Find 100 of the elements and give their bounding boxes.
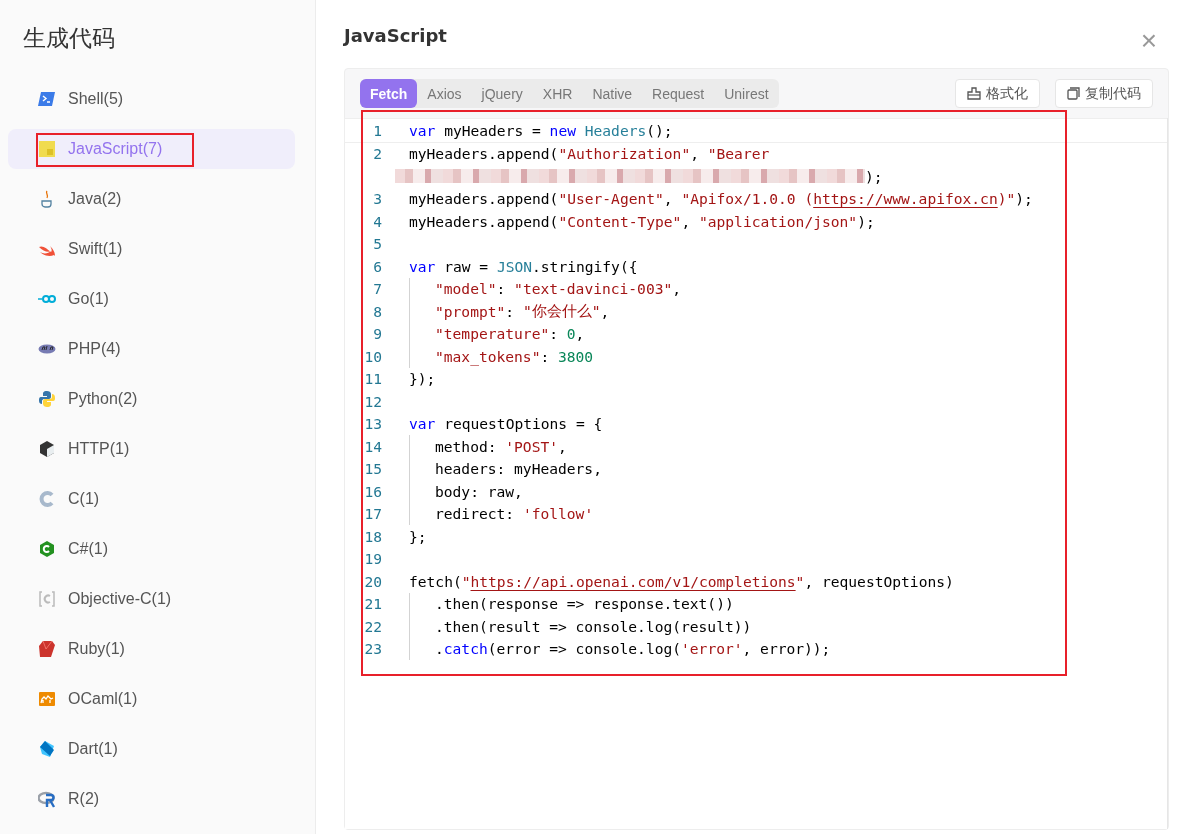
code-token: ); bbox=[857, 212, 875, 230]
code-token: }; bbox=[409, 527, 427, 545]
code-token: , bbox=[672, 280, 682, 298]
code-token: , bbox=[600, 302, 610, 320]
code-token: "你会什么" bbox=[522, 301, 601, 321]
code-token: , requestOptions) bbox=[804, 572, 954, 590]
language-item[interactable]: Python(2) bbox=[8, 379, 295, 419]
line-number: 16 bbox=[363, 482, 383, 500]
line-number: 3 bbox=[372, 190, 383, 208]
line-number: 12 bbox=[363, 392, 383, 410]
tab[interactable]: Request bbox=[642, 79, 715, 108]
line-number: 8 bbox=[372, 302, 383, 320]
js-icon bbox=[38, 140, 56, 158]
code-token: )" bbox=[997, 190, 1016, 208]
code-token: (error => console.log( bbox=[487, 640, 682, 658]
code-token: ); bbox=[865, 167, 883, 185]
code-token: .stringify({ bbox=[532, 257, 638, 275]
code-token: "prompt" bbox=[435, 302, 506, 320]
line-number: 1 bbox=[372, 121, 383, 139]
hexagon-icon bbox=[38, 540, 56, 558]
code-token: myHeaders.append( bbox=[409, 190, 559, 208]
code-token: new bbox=[549, 121, 576, 139]
code-token: JSON bbox=[496, 257, 533, 275]
code-token: , bbox=[663, 190, 674, 208]
code-token: method: bbox=[435, 437, 498, 455]
line-number: 10 bbox=[363, 347, 383, 365]
line-number: 4 bbox=[372, 212, 383, 230]
format-button[interactable]: 格式化 bbox=[955, 79, 1040, 108]
sidebar-title: 生成代码 bbox=[22, 24, 116, 53]
language-item[interactable]: C(1) bbox=[8, 479, 295, 519]
copy-button[interactable]: 复制代码 bbox=[1055, 79, 1153, 108]
language-item[interactable]: C#(1) bbox=[8, 529, 295, 569]
code-token: "Content-Type" bbox=[558, 212, 682, 230]
code-token: "Authorization" bbox=[558, 145, 691, 163]
tab[interactable]: Axios bbox=[417, 79, 472, 108]
r-icon bbox=[38, 790, 56, 808]
code-token: : bbox=[540, 347, 551, 365]
copy-icon bbox=[1067, 87, 1080, 100]
code-token: 'follow' bbox=[522, 505, 594, 523]
code-token: "application/json" bbox=[698, 212, 858, 230]
language-item[interactable]: PHP(4) bbox=[8, 329, 295, 369]
code-token: headers: myHeaders, bbox=[435, 460, 602, 478]
line-number: 13 bbox=[363, 415, 383, 433]
language-item[interactable]: OCaml(1) bbox=[8, 679, 295, 719]
code-token: body: raw, bbox=[435, 482, 523, 500]
code-token: " bbox=[795, 572, 805, 590]
code-token: "temperature" bbox=[435, 325, 550, 343]
code-token: myHeaders.append( bbox=[409, 145, 559, 163]
code-token: }); bbox=[409, 370, 436, 388]
code-token: 'error' bbox=[681, 640, 743, 658]
tab[interactable]: XHR bbox=[532, 79, 583, 108]
tab[interactable]: Fetch bbox=[360, 79, 418, 108]
code-link[interactable]: https://www.apifox.cn bbox=[813, 190, 998, 208]
code-token: 0 bbox=[566, 325, 576, 343]
cube-icon bbox=[38, 440, 56, 458]
code-token: .then(result => console.log(result)) bbox=[435, 617, 752, 635]
language-item[interactable]: Ruby(1) bbox=[8, 629, 295, 669]
line-number: 6 bbox=[372, 257, 383, 275]
code-link[interactable]: https://api.openai.com/v1/completions bbox=[470, 572, 796, 590]
line-number: 7 bbox=[372, 280, 383, 298]
language-item[interactable]: Go(1) bbox=[8, 279, 295, 319]
code-token: : bbox=[496, 280, 507, 298]
code-token: catch bbox=[443, 640, 488, 658]
line-number: 17 bbox=[363, 505, 383, 523]
language-item[interactable]: Shell(5) bbox=[8, 79, 295, 119]
tab[interactable]: jQuery bbox=[471, 79, 533, 108]
code-token: (); bbox=[646, 121, 673, 139]
code-token: myHeaders = bbox=[443, 121, 542, 139]
code-token: myHeaders.append( bbox=[409, 212, 559, 230]
tab[interactable]: Unirest bbox=[714, 79, 779, 108]
language-item[interactable]: Dart(1) bbox=[8, 729, 295, 769]
code-token: .then(response => response.text()) bbox=[435, 595, 734, 613]
code-token: "model" bbox=[435, 280, 497, 298]
language-item[interactable]: R(2) bbox=[8, 779, 295, 819]
line-number: 2 bbox=[372, 145, 383, 163]
code-token: "Apifox/1.0.0 ( bbox=[681, 190, 814, 208]
code-token: , error)); bbox=[742, 640, 831, 658]
language-item[interactable]: Objective-C(1) bbox=[8, 579, 295, 619]
terminal-icon bbox=[38, 90, 56, 108]
code-token: ); bbox=[1015, 190, 1033, 208]
dialog-title: JavaScript bbox=[344, 24, 447, 46]
line-number: 9 bbox=[372, 325, 383, 343]
code-token: : bbox=[505, 302, 516, 320]
dart-icon bbox=[38, 740, 56, 758]
code-token: "Bearer bbox=[707, 145, 770, 163]
code-token: Headers bbox=[583, 121, 647, 139]
line-number: 19 bbox=[363, 550, 383, 568]
language-item[interactable]: HTTP(1) bbox=[8, 429, 295, 469]
language-item[interactable]: Java(2) bbox=[8, 179, 295, 219]
line-number: 5 bbox=[372, 235, 383, 253]
code-token: : bbox=[549, 325, 560, 343]
code-token: "text-davinci-003" bbox=[514, 280, 673, 298]
code-token: , bbox=[558, 437, 567, 455]
language-item[interactable]: Swift(1) bbox=[8, 229, 295, 269]
code-token: , bbox=[681, 212, 692, 230]
code-token: 3800 bbox=[558, 347, 594, 365]
line-number: 23 bbox=[363, 640, 383, 658]
python-icon bbox=[38, 390, 56, 408]
line-number: 15 bbox=[363, 460, 383, 478]
tab[interactable]: Native bbox=[582, 79, 643, 108]
